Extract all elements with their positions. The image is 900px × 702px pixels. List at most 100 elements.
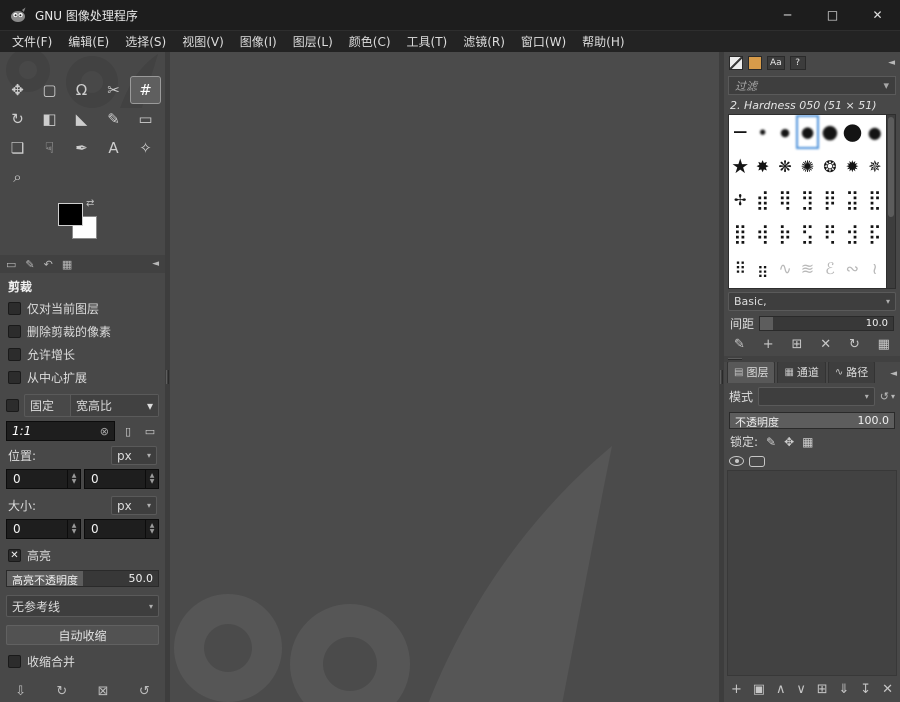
tool-options-tab-icon[interactable]: ▭ xyxy=(6,258,16,271)
brush-item[interactable]: ℰ xyxy=(819,251,841,285)
clone-tool[interactable]: ❏ xyxy=(2,134,33,162)
layers-dock-tab[interactable]: ▦ 通道 xyxy=(777,361,826,383)
duplicate-layer-icon[interactable]: ⊞ xyxy=(817,682,828,697)
crop-tool[interactable]: # xyxy=(130,76,161,104)
layers-dock-tab[interactable]: ▤ 图层 xyxy=(727,361,776,383)
fixed-kind-dropdown[interactable]: 宽高比 ▾ xyxy=(70,395,158,416)
brush-item[interactable]: ● xyxy=(796,115,819,149)
aspect-ratio-input[interactable]: 1:1 ⊗ xyxy=(6,421,115,441)
fonts-tab-icon[interactable]: Aa xyxy=(767,56,785,70)
tool-option-row[interactable]: 允许增长 xyxy=(0,343,165,366)
brushes-tab-icon[interactable] xyxy=(729,56,743,70)
zoom-tool[interactable]: ⌕ xyxy=(2,163,33,191)
stepper-down-icon[interactable]: ▼ xyxy=(72,529,77,535)
menu-item[interactable]: 窗口(W) xyxy=(513,31,574,53)
size-width-spinbox[interactable]: 0 ▲ ▼ xyxy=(6,519,81,539)
size-height-spinbox[interactable]: 0 ▲ ▼ xyxy=(84,519,159,539)
menu-item[interactable]: 帮助(H) xyxy=(574,31,632,53)
anchor-layer-icon[interactable]: ↧ xyxy=(860,682,871,697)
edit-brush-icon[interactable]: ✎ xyxy=(734,337,745,352)
brush-item[interactable]: ✸ xyxy=(751,149,773,183)
brush-item[interactable]: ● xyxy=(751,115,773,149)
collapse-dock-icon[interactable]: ◄ xyxy=(890,369,897,379)
landscape-orientation-icon[interactable]: ▭ xyxy=(141,422,159,440)
undo-history-tab-icon[interactable]: ↶ xyxy=(44,258,53,271)
new-brush-icon[interactable]: + xyxy=(763,337,774,352)
minimize-button[interactable]: ─ xyxy=(765,0,810,30)
gradient-tool[interactable]: ◧ xyxy=(34,105,65,133)
highlight-opacity-slider[interactable]: 高亮不透明度 50.0 xyxy=(6,570,159,587)
images-tab-icon[interactable]: ▦ xyxy=(62,258,72,271)
brush-item[interactable]: ✢ xyxy=(729,183,751,217)
layers-list[interactable] xyxy=(727,470,897,676)
menu-item[interactable]: 视图(V) xyxy=(174,31,232,53)
scissors-select-tool[interactable]: ✂ xyxy=(98,76,129,104)
close-button[interactable]: ✕ xyxy=(855,0,900,30)
move-tool[interactable]: ✥ xyxy=(2,76,33,104)
device-status-tab-icon[interactable]: ✎ xyxy=(25,258,34,271)
portrait-orientation-icon[interactable]: ▯ xyxy=(119,422,137,440)
spacing-slider[interactable]: 10.0 xyxy=(759,316,894,331)
shrink-merged-checkbox[interactable] xyxy=(8,655,21,668)
brush-item[interactable]: ● xyxy=(819,115,841,149)
brush-item[interactable]: ✵ xyxy=(864,149,886,183)
collapse-dock-icon[interactable]: ◄ xyxy=(888,58,895,68)
brush-item[interactable]: ≋ xyxy=(796,251,818,285)
new-layer-group-icon[interactable]: ▣ xyxy=(753,682,765,697)
menu-item[interactable]: 编辑(E) xyxy=(60,31,117,53)
brush-item[interactable]: ✹ xyxy=(841,149,863,183)
ink-tool[interactable]: ✒ xyxy=(66,134,97,162)
brush-item[interactable]: — xyxy=(729,115,751,149)
menu-item[interactable]: 图层(L) xyxy=(285,31,341,53)
size-width-stepper[interactable]: ▲ ▼ xyxy=(67,520,80,538)
raise-layer-icon[interactable]: ∧ xyxy=(776,682,786,697)
brush-item[interactable]: ⣟ xyxy=(864,183,886,217)
reset-tool-options-icon[interactable]: ↺ xyxy=(139,684,150,699)
brush-item[interactable]: ❂ xyxy=(819,149,841,183)
menu-item[interactable]: 文件(F) xyxy=(4,31,60,53)
brush-item[interactable]: ∿ xyxy=(774,251,796,285)
delete-brush-icon[interactable]: ✕ xyxy=(820,337,831,352)
stepper-down-icon[interactable]: ▼ xyxy=(150,479,155,485)
collapse-dock-icon[interactable]: ◄ xyxy=(152,259,159,269)
open-brush-as-image-icon[interactable]: ▦ xyxy=(878,337,890,352)
stepper-down-icon[interactable]: ▼ xyxy=(150,529,155,535)
checkbox[interactable] xyxy=(8,371,21,384)
menu-item[interactable]: 颜色(C) xyxy=(341,31,399,53)
brush-item[interactable]: ● xyxy=(864,115,886,149)
brush-item[interactable]: ≀ xyxy=(864,251,886,285)
layers-dock-tab[interactable]: ∿ 路径 xyxy=(827,361,876,383)
lower-layer-icon[interactable]: ∨ xyxy=(796,682,806,697)
brush-item[interactable]: ⢟ xyxy=(819,217,841,251)
brush-item[interactable]: ⢾ xyxy=(751,217,773,251)
brush-item[interactable]: ● xyxy=(774,115,796,149)
position-y-spinbox[interactable]: 0 ▲ ▼ xyxy=(84,469,159,489)
tool-option-row[interactable]: 删除剪裁的像素 xyxy=(0,320,165,343)
brush-item[interactable]: ✺ xyxy=(796,149,818,183)
checkbox[interactable] xyxy=(8,302,21,315)
brush-item[interactable]: ⢿ xyxy=(774,183,796,217)
position-x-stepper[interactable]: ▲ ▼ xyxy=(67,470,80,488)
brush-item[interactable]: ∾ xyxy=(841,251,863,285)
bucket-fill-tool[interactable]: ◣ xyxy=(66,105,97,133)
tool-option-row[interactable]: 从中心扩展 xyxy=(0,366,165,389)
brush-item[interactable]: ⣻ xyxy=(796,183,818,217)
position-y-stepper[interactable]: ▲ ▼ xyxy=(145,470,158,488)
mode-reset-icon[interactable]: ↺ xyxy=(880,390,889,403)
brush-filter-input[interactable]: 过滤 ▾ xyxy=(728,76,896,95)
stepper-down-icon[interactable]: ▼ xyxy=(72,479,77,485)
layer-link-icon[interactable] xyxy=(749,455,765,467)
transform-tool[interactable]: ↻ xyxy=(2,105,33,133)
lock-position-icon[interactable]: ✥ xyxy=(784,435,794,449)
position-x-spinbox[interactable]: 0 ▲ ▼ xyxy=(6,469,81,489)
paintbrush-tool[interactable]: ✎ xyxy=(98,105,129,133)
brush-item[interactable]: ⣾ xyxy=(751,183,773,217)
layer-opacity-slider[interactable]: 不透明度 100.0 xyxy=(729,412,895,429)
brush-item[interactable]: ⣺ xyxy=(841,217,863,251)
free-select-tool[interactable]: Ω xyxy=(66,76,97,104)
layer-mode-dropdown[interactable]: ▾ xyxy=(758,387,875,406)
fixed-checkbox[interactable] xyxy=(6,399,19,412)
refresh-brushes-icon[interactable]: ↻ xyxy=(849,337,860,352)
clear-ratio-icon[interactable]: ⊗ xyxy=(100,425,109,438)
brush-item[interactable]: ⣿ xyxy=(729,217,751,251)
